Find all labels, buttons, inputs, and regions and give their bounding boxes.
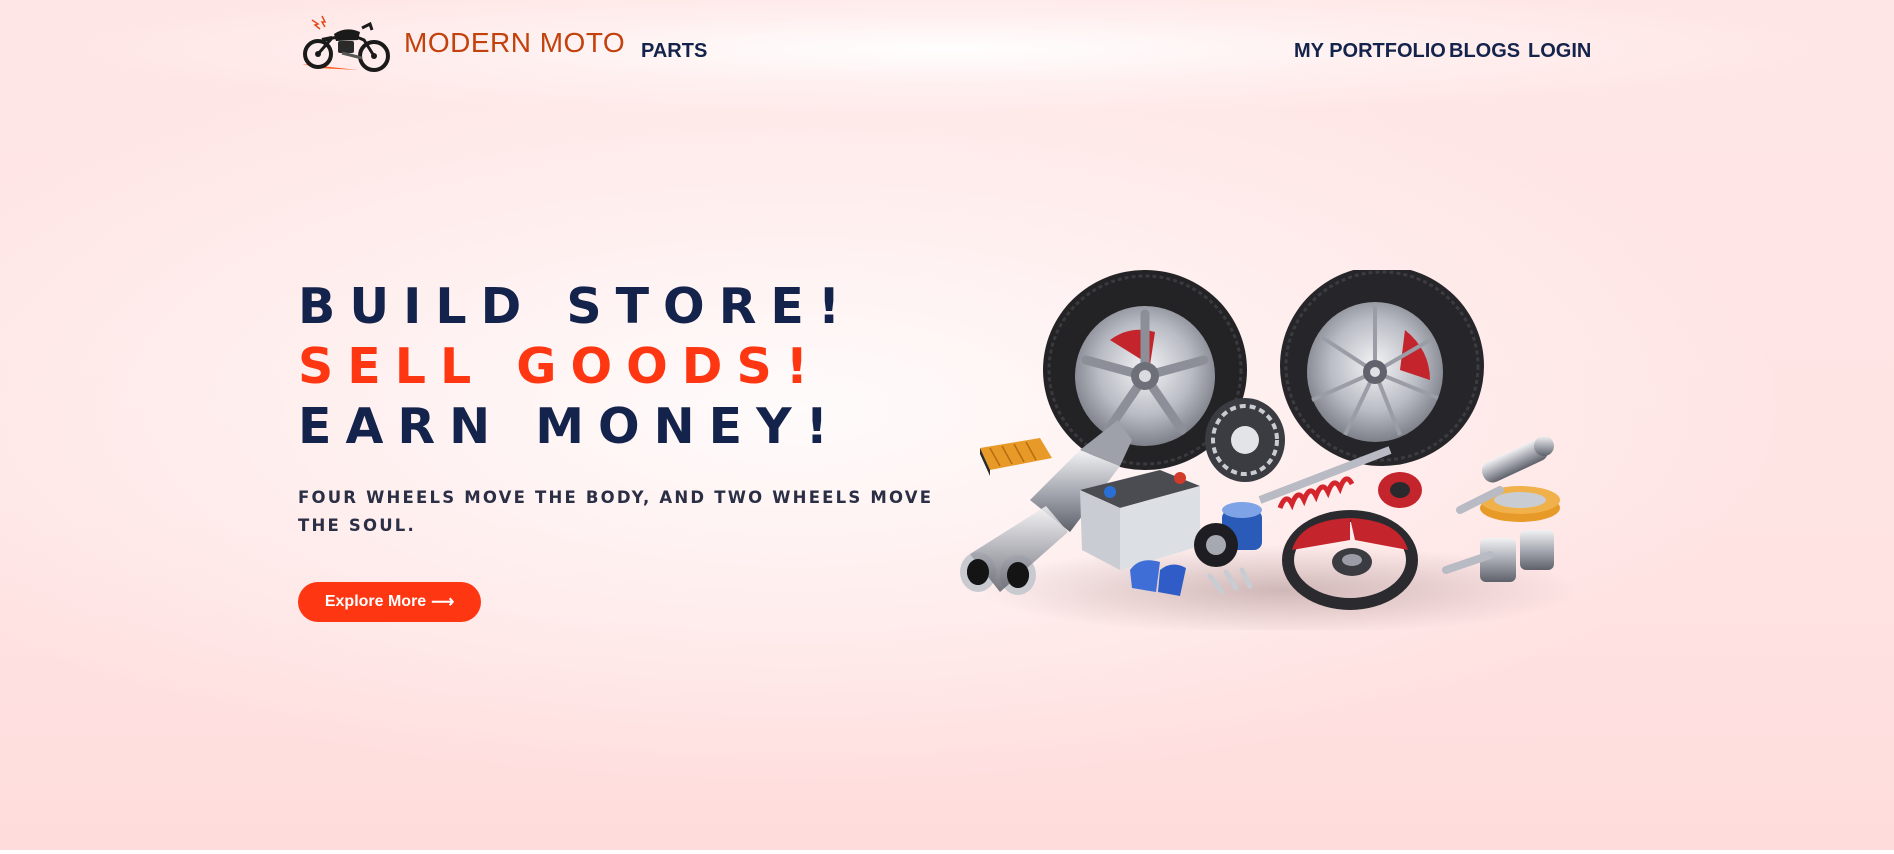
page-glow (0, 0, 1894, 850)
brand-logo[interactable]: MODERN MOTO (298, 14, 625, 72)
hero-headline-line-1: BUILD STORE! (298, 278, 855, 335)
hero-tagline: FOUR WHEELS MOVE THE BODY, AND TWO WHEEL… (298, 488, 934, 535)
bottom-border (0, 850, 1894, 854)
explore-more-button[interactable]: Explore More ⟶ (298, 582, 481, 622)
arrow-right-icon: ⟶ (431, 594, 455, 611)
motorcycle-icon (302, 15, 390, 72)
brand-name: MODERN MOTO (404, 27, 626, 58)
alternator-icon (1205, 398, 1285, 482)
explore-more-label: Explore More (324, 593, 427, 610)
hero-headline-line-2: SELL GOODS! (298, 338, 823, 395)
hero-headline-line-3: EARN MONEY! (298, 398, 842, 455)
nav-portfolio-link[interactable]: MY PORTFOLIO (1294, 40, 1446, 63)
nav-parts-link[interactable]: PARTS (641, 40, 707, 63)
car-parts-illustration (960, 270, 1580, 630)
brake-rotor-icon (1378, 472, 1422, 508)
nav-login-link[interactable]: LOGIN (1528, 40, 1591, 63)
nav-blogs-link[interactable]: BLOGS (1449, 40, 1520, 63)
crankshaft-icon (1481, 436, 1554, 483)
tire-right-icon (1280, 270, 1484, 466)
navbar: MODERN MOTO PARTS MY PORTFOLIO BLOGS LOG… (0, 0, 1894, 100)
air-filter-icon (980, 438, 1052, 476)
